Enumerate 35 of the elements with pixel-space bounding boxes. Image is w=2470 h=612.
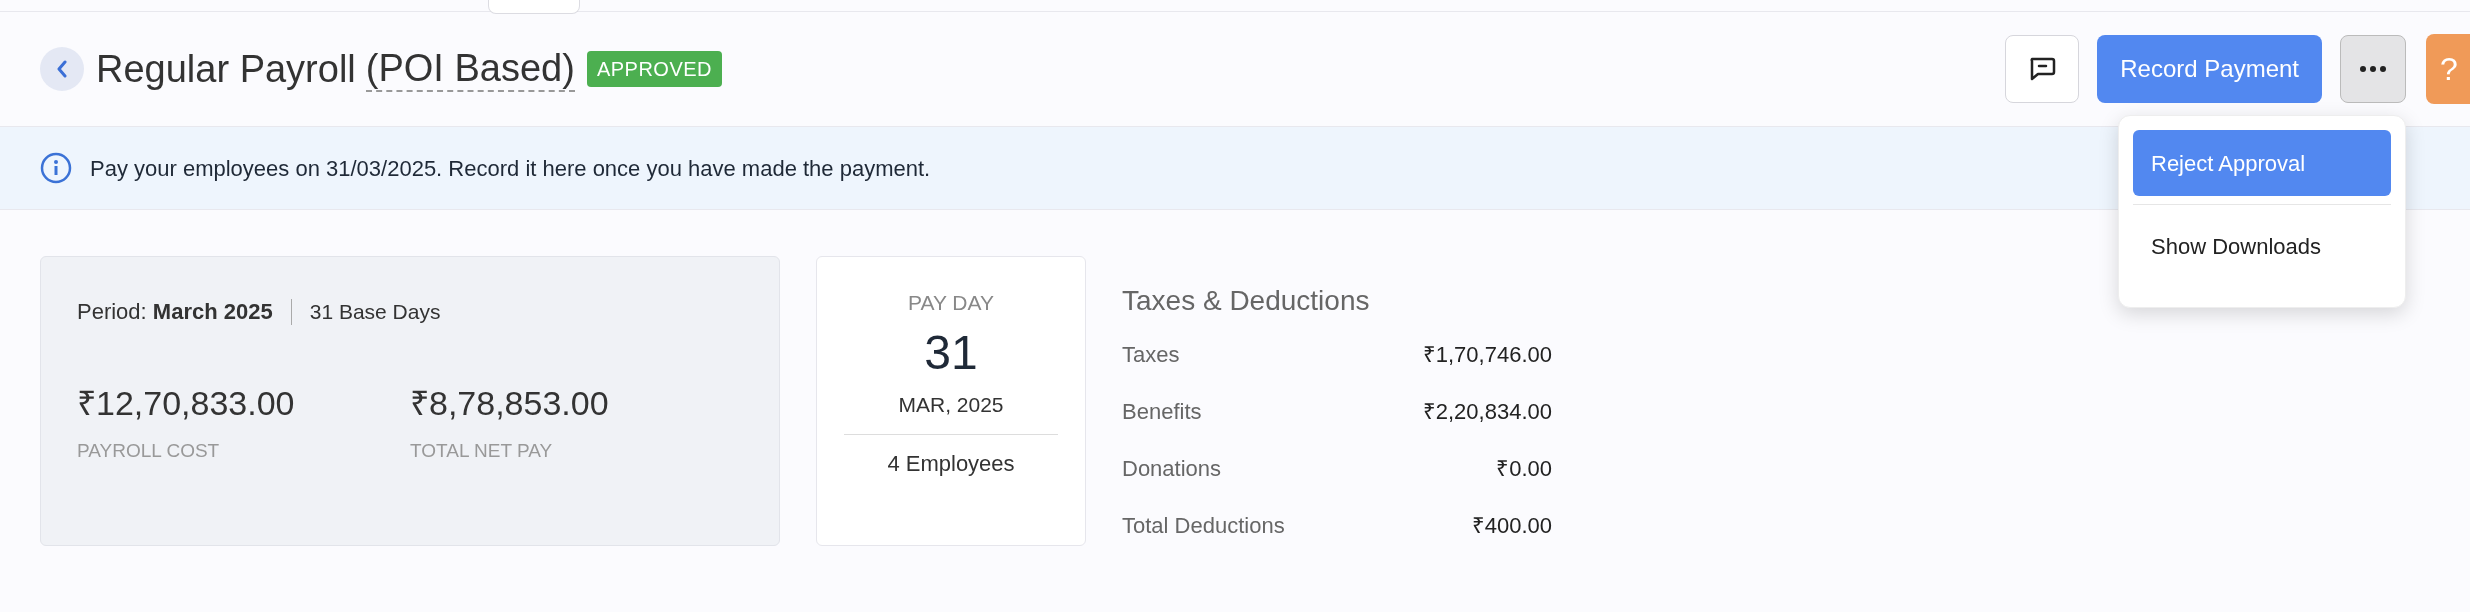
pay-day-month: MAR, 2025: [898, 391, 1004, 418]
more-icon: [2360, 66, 2386, 72]
more-button[interactable]: [2340, 35, 2406, 103]
employee-count: 4 Employees: [887, 450, 1015, 478]
deduction-amount: ₹1,70,746.00: [1422, 341, 1552, 369]
amount-label: TOTAL NET PAY: [410, 439, 554, 463]
info-icon: [40, 152, 72, 184]
amount-value: ₹12,70,833.00: [77, 383, 296, 424]
back-icon: [55, 60, 69, 78]
status-badge: APPROVED: [586, 51, 723, 87]
deduction-amount: ₹0.00: [1496, 455, 1552, 483]
menu-item[interactable]: Show Downloads: [2133, 213, 2391, 279]
deduction-label: Donations: [1122, 455, 1222, 483]
menu-item[interactable]: Reject Approval: [2133, 130, 2391, 196]
banner-message: Pay your employees on 31/03/2025. Record it here once you have made the payment.: [90, 154, 931, 183]
comment-icon: [2028, 56, 2057, 82]
pay-day-label: PAY DAY: [908, 290, 994, 316]
help-button[interactable]: ?: [2426, 34, 2470, 104]
page-subtitle[interactable]: (POI Based): [365, 46, 575, 92]
amount-value: ₹8,78,853.00: [410, 383, 610, 424]
amount-label: PAYROLL COST: [77, 439, 221, 463]
deduction-amount: ₹2,20,834.00: [1422, 398, 1552, 426]
tab-handle[interactable]: [488, 0, 580, 14]
base-days: 31 Base Days: [309, 295, 441, 328]
page-title: Regular Payroll: [96, 46, 356, 92]
deduction-label: Taxes: [1122, 341, 1180, 369]
deduction-label: Total Deductions: [1122, 512, 1285, 540]
pay-day-date: 31: [924, 324, 978, 381]
deductions-title: Taxes & Deductions: [1122, 284, 1371, 318]
period-text: Period: March 2025: [77, 298, 273, 326]
record-payment-button[interactable]: Record Payment: [2097, 35, 2322, 103]
back-button[interactable]: [40, 47, 84, 91]
deduction-label: Benefits: [1122, 398, 1202, 426]
deduction-amount: ₹400.00: [1471, 512, 1552, 540]
comment-button[interactable]: [2005, 35, 2080, 103]
